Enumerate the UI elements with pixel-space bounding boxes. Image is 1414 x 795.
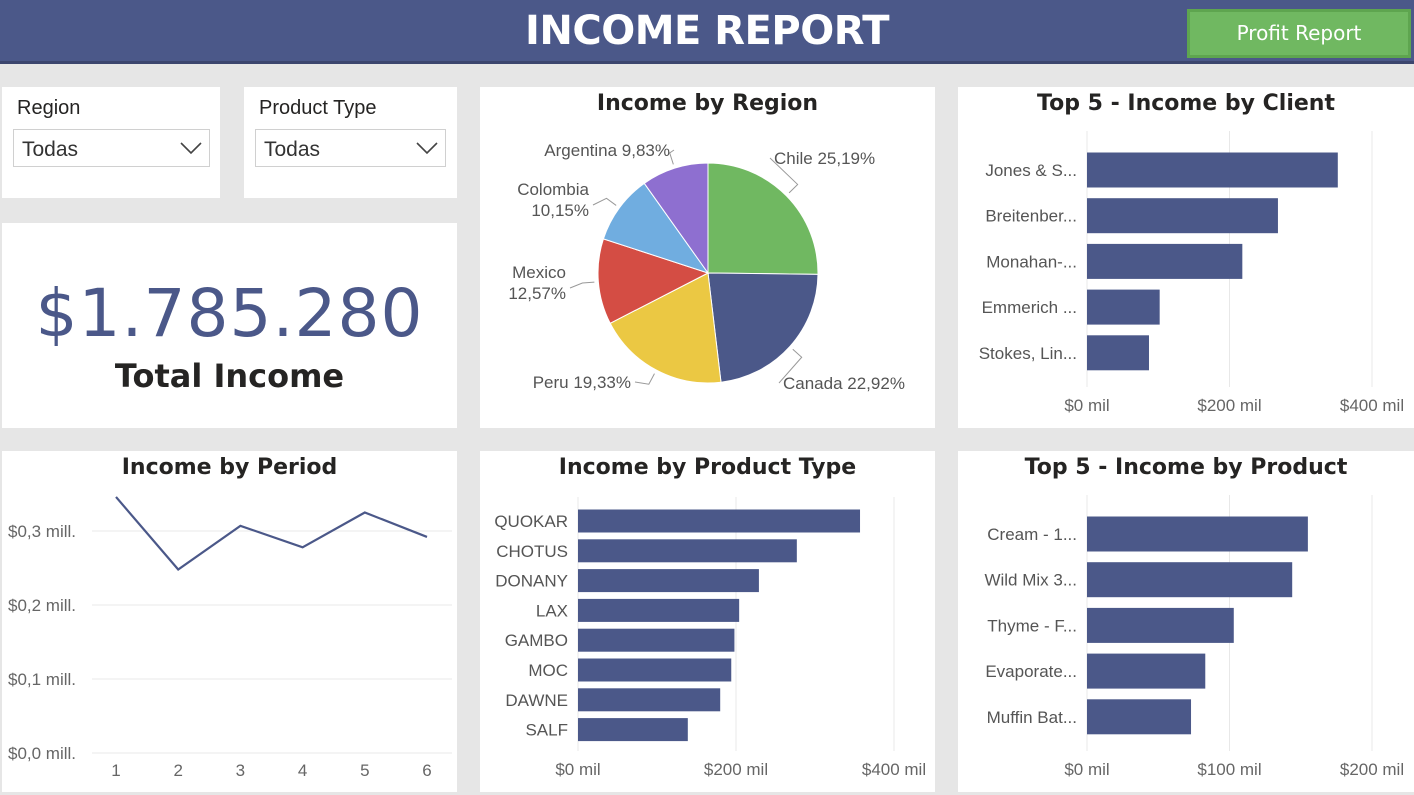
bar <box>1087 289 1160 325</box>
header-bar: INCOME REPORT Profit Report <box>0 0 1414 64</box>
category-label: QUOKAR <box>494 512 568 531</box>
category-label: GAMBO <box>505 631 568 650</box>
chevron-down-icon <box>416 142 438 155</box>
bar <box>578 598 740 622</box>
y-tick-label: $0,0 mill. <box>8 744 76 763</box>
category-label: Emmerich ... <box>982 298 1077 317</box>
leader-line <box>569 281 595 289</box>
bar <box>1087 335 1149 371</box>
x-tick-label: 3 <box>236 761 245 780</box>
total-income-card: $1.785.280 Total Income <box>2 223 457 428</box>
bar <box>578 718 688 742</box>
category-label: Evaporate... <box>985 662 1077 681</box>
bar <box>1087 653 1206 689</box>
region-dropdown-value: Todas <box>22 138 79 161</box>
series-line <box>115 496 428 571</box>
category-label: CHOTUS <box>496 542 568 561</box>
category-label: Cream - 1... <box>987 525 1077 544</box>
x-tick-label: 2 <box>173 761 182 780</box>
product-type-dropdown-value: Todas <box>264 138 321 161</box>
category-label: Jones & S... <box>985 161 1077 180</box>
category-label: SALF <box>525 721 568 740</box>
bar <box>578 509 861 533</box>
slice-label: 10,15% <box>531 201 589 220</box>
bar <box>578 628 735 652</box>
category-label: Wild Mix 3... <box>984 571 1077 590</box>
x-tick-label: 5 <box>360 761 369 780</box>
category-label: MOC <box>528 661 568 680</box>
income-by-product-type-card: Income by Product Type $0 mil $200 mil $40… <box>480 451 935 792</box>
product-type-slicer-label: Product Type <box>259 97 377 119</box>
x-tick-label: $400 mil <box>1340 396 1404 415</box>
pie-slice <box>707 162 819 275</box>
x-tick-label: $400 mil <box>862 760 926 779</box>
category-label: Muffin Bat... <box>987 708 1077 727</box>
category-label: Monahan-... <box>986 252 1077 271</box>
income-by-region-chart: Chile 25,19% Canada 22,92% Peru 19,33% Mexi… <box>508 141 905 393</box>
x-tick-label: $200 mil <box>704 760 768 779</box>
profit-report-button[interactable]: Profit Report <box>1187 9 1411 58</box>
category-label: DAWNE <box>505 691 568 710</box>
bar <box>1087 562 1293 598</box>
x-tick-label: $200 mil <box>1340 760 1404 779</box>
slice-label: 12,57% <box>508 284 566 303</box>
income-by-region-card: Income by Region Chile 25,19% Canada 22,9… <box>480 87 935 428</box>
slice-label: Chile 25,19% <box>774 149 875 168</box>
x-tick-label: 6 <box>422 761 431 780</box>
x-tick-label: $200 mil <box>1197 396 1261 415</box>
category-label: Thyme - F... <box>987 616 1077 635</box>
product-type-slicer: Product Type Todas <box>244 87 457 198</box>
top5-product-chart: $0 mil $100 mil $200 mil Cream - 1... Wild M… <box>984 495 1404 779</box>
total-income-value: $1.785.280 <box>35 275 424 352</box>
top5-client-chart: $0 mil $200 mil $400 mil Jones & S... Breite… <box>979 131 1404 415</box>
bar <box>1087 699 1192 735</box>
bar <box>1087 198 1278 234</box>
region-slicer-label: Region <box>17 97 81 119</box>
total-income-label: Total Income <box>114 357 345 395</box>
bar <box>1087 243 1243 279</box>
x-tick-label: 4 <box>298 761 307 780</box>
category-label: Breitenber... <box>985 207 1077 226</box>
pie-slice <box>707 272 819 383</box>
bar <box>578 539 797 563</box>
y-tick-label: $0,3 mill. <box>8 522 76 541</box>
category-label: LAX <box>536 601 568 620</box>
y-tick-label: $0,1 mill. <box>8 670 76 689</box>
slice-label: Canada 22,92% <box>783 374 905 393</box>
y-tick-label: $0,2 mill. <box>8 596 76 615</box>
slice-label: Argentina 9,83% <box>544 141 670 160</box>
slice-label: Mexico <box>512 263 566 282</box>
x-tick-label: $100 mil <box>1197 760 1261 779</box>
slice-label: Colombia <box>517 180 589 199</box>
x-tick-label: 1 <box>111 761 120 780</box>
bar <box>578 658 732 682</box>
leader-line <box>592 197 617 206</box>
chevron-down-icon <box>180 142 202 155</box>
bar <box>1087 152 1338 188</box>
income-by-product-type-chart: $0 mil $200 mil $400 mil QUOKAR CHOTUS DONANY… <box>494 497 926 779</box>
category-label: Stokes, Lin... <box>979 344 1077 363</box>
region-dropdown[interactable]: Todas <box>13 129 210 167</box>
x-tick-label: $0 mil <box>1064 396 1109 415</box>
top5-client-card: Top 5 - Income by Client $0 mil $200 mil $… <box>958 87 1414 428</box>
product-type-dropdown[interactable]: Todas <box>255 129 446 167</box>
slice-label: Peru 19,33% <box>533 373 631 392</box>
bar <box>578 569 759 593</box>
region-slicer: Region Todas <box>2 87 220 198</box>
leader-line <box>634 373 655 385</box>
x-tick-label: $0 mil <box>1064 760 1109 779</box>
leader-line <box>669 149 675 165</box>
bar <box>1087 607 1234 643</box>
bar <box>1087 516 1308 552</box>
x-tick-label: $0 mil <box>555 760 600 779</box>
category-label: DONANY <box>495 572 568 591</box>
income-by-period-card: Income by Period $0,0 mill. $0,1 mill. $0,… <box>2 451 457 792</box>
bar <box>578 688 721 712</box>
income-by-period-chart: $0,0 mill. $0,1 mill. $0,2 mill. $0,3 mill.… <box>8 496 452 780</box>
top5-product-card: Top 5 - Income by Product $0 mil $100 mil… <box>958 451 1414 792</box>
